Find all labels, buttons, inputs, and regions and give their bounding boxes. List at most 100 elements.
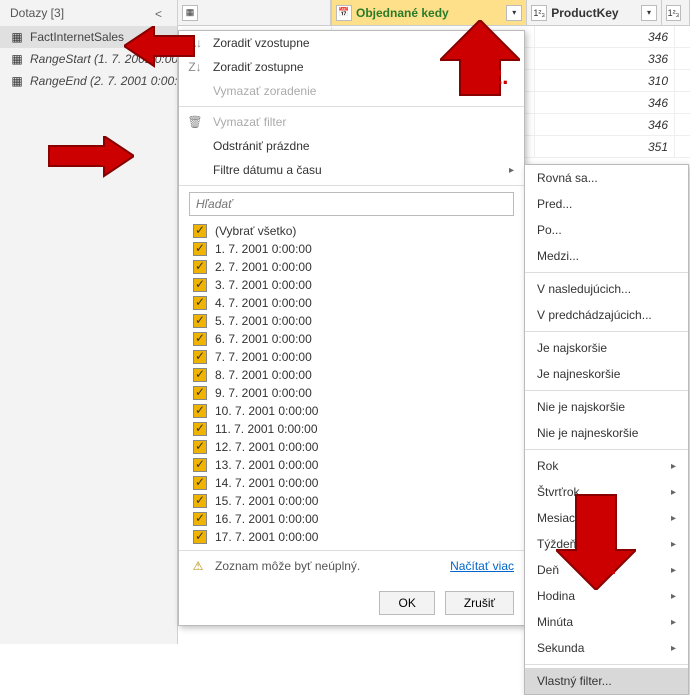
- filter-checkbox[interactable]: [193, 440, 207, 454]
- filter-value-label: 1. 7. 2001 0:00:00: [215, 242, 312, 256]
- filter-values-list[interactable]: (Vybrať všetko) 1. 7. 2001 0:00:00 2. 7. 2…: [189, 222, 514, 546]
- submenu-label: Po...: [537, 223, 562, 237]
- filter-value-row[interactable]: 16. 7. 2001 0:00:00: [189, 510, 514, 528]
- submenu-label: Štvrťrok: [537, 485, 580, 499]
- filter-value-row[interactable]: 15. 7. 2001 0:00:00: [189, 492, 514, 510]
- column-header-productkey[interactable]: 1²₃ ProductKey ▾: [527, 0, 662, 25]
- submenu-label: Deň: [537, 563, 559, 577]
- submenu-item[interactable]: Štvrťrok▸: [525, 479, 688, 505]
- filter-value-row[interactable]: 4. 7. 2001 0:00:00: [189, 294, 514, 312]
- submenu-item[interactable]: Medzi...: [525, 243, 688, 269]
- sort-desc-icon: Z↓: [187, 59, 203, 75]
- separator: [179, 185, 524, 186]
- filter-value-row[interactable]: 12. 7. 2001 0:00:00: [189, 438, 514, 456]
- cell: 351: [535, 136, 675, 157]
- filter-value-row[interactable]: 6. 7. 2001 0:00:00: [189, 330, 514, 348]
- sort-ascending[interactable]: A↓ Zoradiť vzostupne: [179, 31, 524, 55]
- filter-checkbox[interactable]: [193, 296, 207, 310]
- cancel-button[interactable]: Zrušiť: [445, 591, 514, 615]
- rowheader-spacer: ▦: [178, 0, 332, 25]
- submenu-item[interactable]: Sekunda▸: [525, 635, 688, 661]
- filter-checkbox[interactable]: [193, 422, 207, 436]
- submenu-item[interactable]: Mesiac▸: [525, 505, 688, 531]
- filter-value-label: 10. 7. 2001 0:00:00: [215, 404, 318, 418]
- filter-checkbox[interactable]: [193, 494, 207, 508]
- filter-value-label: 2. 7. 2001 0:00:00: [215, 260, 312, 274]
- annotation-2: 2.: [490, 64, 508, 90]
- submenu-item[interactable]: V nasledujúcich...: [525, 276, 688, 302]
- filter-value-row[interactable]: 10. 7. 2001 0:00:00: [189, 402, 514, 420]
- number-type-icon[interactable]: 1²₃: [531, 5, 547, 21]
- filter-value-row[interactable]: 5. 7. 2001 0:00:00: [189, 312, 514, 330]
- submenu-item[interactable]: Nie je najskoršie: [525, 394, 688, 420]
- filter-checkbox[interactable]: [193, 530, 207, 544]
- label: Odstrániť prázdne: [213, 139, 310, 153]
- column-filter-dropdown: A↓ Zoradiť vzostupne Z↓ Zoradiť zostupne…: [178, 30, 525, 626]
- table-icon[interactable]: ▦: [182, 5, 198, 21]
- filter-value-row[interactable]: 14. 7. 2001 0:00:00: [189, 474, 514, 492]
- submenu-item[interactable]: Hodina▸: [525, 583, 688, 609]
- filter-checkbox[interactable]: [193, 350, 207, 364]
- filter-value-row[interactable]: 17. 7. 2001 0:00:00: [189, 528, 514, 546]
- search-input[interactable]: [189, 192, 514, 216]
- submenu-item[interactable]: V predchádzajúcich...: [525, 302, 688, 328]
- submenu-item[interactable]: Je najskoršie: [525, 335, 688, 361]
- number-type-icon[interactable]: 1²₃: [666, 5, 681, 21]
- submenu-item[interactable]: Minúta▸: [525, 609, 688, 635]
- submenu-item[interactable]: Nie je najneskoršie: [525, 420, 688, 446]
- filter-checkbox[interactable]: [193, 368, 207, 382]
- submenu-label: Medzi...: [537, 249, 579, 263]
- submenu-item[interactable]: Vlastný filter...: [525, 668, 688, 694]
- filter-value-row[interactable]: 13. 7. 2001 0:00:00: [189, 456, 514, 474]
- filter-checkbox[interactable]: [193, 260, 207, 274]
- label: Vymazať zoradenie: [213, 84, 316, 98]
- filter-value-row[interactable]: 8. 7. 2001 0:00:00: [189, 366, 514, 384]
- query-item[interactable]: ▦RangeEnd (2. 7. 2001 0:00:00): [0, 70, 177, 92]
- submenu-arrow-icon: ▸: [671, 513, 676, 524]
- sidebar-header: Dotazy [3] <: [0, 0, 177, 26]
- query-item[interactable]: ▦RangeStart (1. 7. 2001 0:00:00): [0, 48, 177, 70]
- filter-checkbox[interactable]: [193, 314, 207, 328]
- filter-checkbox[interactable]: [193, 458, 207, 472]
- query-item[interactable]: ▦FactInternetSales: [0, 26, 177, 48]
- submenu-item[interactable]: Pred...: [525, 191, 688, 217]
- remove-empty[interactable]: Odstrániť prázdne: [179, 134, 524, 158]
- dropdown-buttons: OK Zrušiť: [179, 581, 524, 625]
- filter-value-row[interactable]: 7. 7. 2001 0:00:00: [189, 348, 514, 366]
- date-time-filters[interactable]: Filtre dátumu a času ▸: [179, 158, 524, 182]
- filter-checkbox[interactable]: [193, 404, 207, 418]
- collapse-icon[interactable]: <: [155, 7, 167, 19]
- label: Zoradiť zostupne: [213, 60, 304, 74]
- load-more-link[interactable]: Načítať viac: [450, 559, 514, 573]
- column-dropdown-button[interactable]: ▾: [641, 5, 657, 21]
- datetime-type-icon[interactable]: 📅: [336, 5, 352, 21]
- filter-value-row[interactable]: 11. 7. 2001 0:00:00: [189, 420, 514, 438]
- submenu-item[interactable]: Po...: [525, 217, 688, 243]
- filter-value-row[interactable]: (Vybrať všetko): [189, 222, 514, 240]
- submenu-item[interactable]: Rok▸: [525, 453, 688, 479]
- filter-checkbox[interactable]: [193, 224, 207, 238]
- submenu-label: Týždeň: [537, 537, 576, 551]
- column-dropdown-button[interactable]: ▾: [506, 5, 522, 21]
- filter-value-label: 16. 7. 2001 0:00:00: [215, 512, 318, 526]
- sort-descending[interactable]: Z↓ Zoradiť zostupne: [179, 55, 524, 79]
- submenu-item[interactable]: Je najneskoršie: [525, 361, 688, 387]
- filter-value-label: 17. 7. 2001 0:00:00: [215, 530, 318, 544]
- filter-value-row[interactable]: 2. 7. 2001 0:00:00: [189, 258, 514, 276]
- column-header-partial[interactable]: 1²₃: [662, 0, 690, 25]
- filter-value-label: 11. 7. 2001 0:00:00: [215, 422, 318, 436]
- filter-value-row[interactable]: 1. 7. 2001 0:00:00: [189, 240, 514, 258]
- filter-value-label: 5. 7. 2001 0:00:00: [215, 314, 312, 328]
- filter-value-row[interactable]: 9. 7. 2001 0:00:00: [189, 384, 514, 402]
- filter-checkbox[interactable]: [193, 512, 207, 526]
- filter-checkbox[interactable]: [193, 242, 207, 256]
- filter-checkbox[interactable]: [193, 332, 207, 346]
- filter-checkbox[interactable]: [193, 476, 207, 490]
- filter-value-row[interactable]: 3. 7. 2001 0:00:00: [189, 276, 514, 294]
- filter-checkbox[interactable]: [193, 386, 207, 400]
- submenu-item[interactable]: Rovná sa...: [525, 165, 688, 191]
- ok-button[interactable]: OK: [379, 591, 434, 615]
- column-header-objednane[interactable]: 📅 Objednané kedy ▾: [332, 0, 527, 25]
- annotation-4: 4.: [598, 554, 616, 580]
- filter-checkbox[interactable]: [193, 278, 207, 292]
